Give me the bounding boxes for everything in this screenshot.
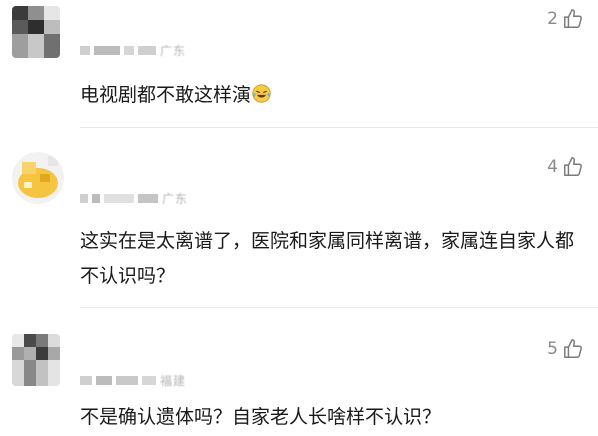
like-button[interactable]: 5	[547, 338, 584, 360]
comment-meta: 广东	[80, 42, 186, 58]
avatar[interactable]	[12, 152, 64, 204]
comment-meta: 福建	[80, 372, 186, 388]
like-count: 5	[547, 339, 558, 359]
comment-text: 电视剧都不敢这样演	[80, 78, 576, 113]
thumbs-up-icon	[564, 339, 582, 358]
comment-text-body: 电视剧都不敢这样演	[80, 84, 252, 106]
avatar[interactable]	[12, 6, 60, 58]
comment-divider	[80, 127, 598, 128]
thumbs-up-icon	[564, 9, 582, 28]
thumbs-up-icon	[564, 157, 582, 176]
comment-text: 不是确认遗体吗？自家老人长啥样不认识？	[80, 406, 442, 428]
avatar[interactable]	[12, 334, 60, 386]
location-label: 广东	[162, 191, 189, 206]
comment-divider	[80, 307, 598, 308]
comment-meta: 广东	[80, 190, 188, 206]
laughing-tears-emoji-icon	[252, 84, 271, 103]
like-count: 4	[547, 157, 558, 177]
username-blurred[interactable]	[80, 193, 88, 203]
location-label: 福建	[160, 373, 187, 388]
username-blurred[interactable]	[80, 45, 90, 55]
location-label: 广东	[160, 43, 187, 58]
username-blurred[interactable]	[80, 375, 92, 385]
like-button[interactable]: 4	[547, 156, 584, 178]
like-button[interactable]: 2	[547, 8, 584, 30]
like-count: 2	[547, 9, 558, 29]
comment-text: 这实在是太离谱了，医院和家属同样离谱，家属连自家人都不认识吗？	[80, 230, 575, 287]
